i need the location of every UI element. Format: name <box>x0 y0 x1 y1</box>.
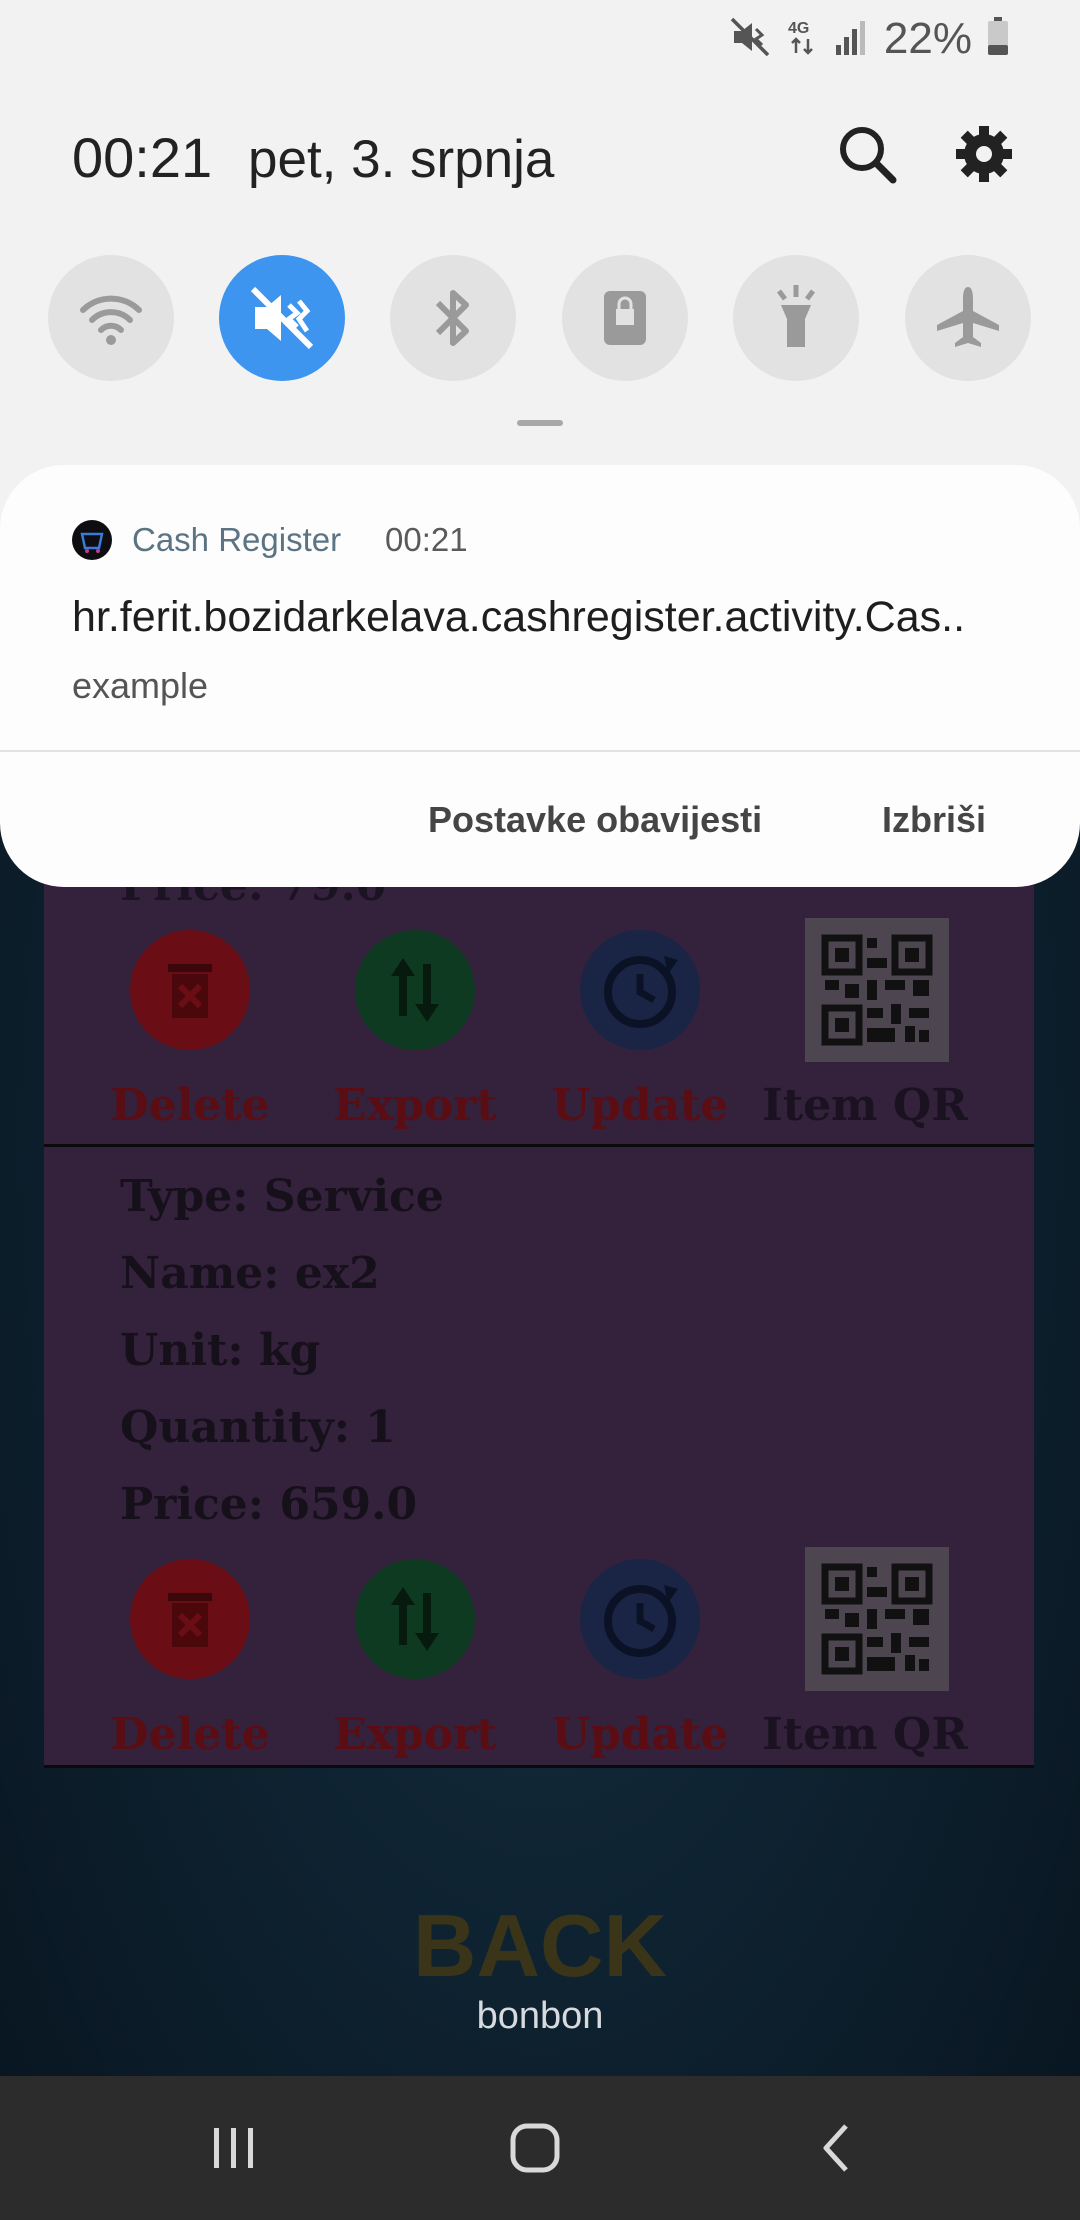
clear-notification-button[interactable]: Izbriši <box>882 799 986 841</box>
recent-apps-icon <box>214 2128 253 2168</box>
notification-divider <box>0 750 1080 752</box>
item-card: Type: Service Name: ex2 Unit: kg Quantit… <box>44 1147 1034 1768</box>
lock-icon <box>604 291 646 345</box>
notification-title: hr.ferit.bozidarkelava.cashregister.acti… <box>72 593 966 641</box>
qr-code-icon <box>805 1547 949 1691</box>
item-price: Price: 659.0 <box>120 1479 418 1530</box>
delete-label: Delete <box>110 1709 270 1760</box>
battery-icon <box>986 15 1010 64</box>
notification-settings-button[interactable]: Postavke obavijesti <box>428 799 762 841</box>
panel-date: pet, 3. srpnja <box>248 130 555 189</box>
qr-code-icon <box>805 918 949 1062</box>
delete-icon <box>130 930 250 1050</box>
home-icon <box>510 2123 560 2173</box>
cash-register-app-icon <box>72 520 112 560</box>
update-icon <box>580 930 700 1050</box>
bluetooth-toggle[interactable] <box>390 255 516 381</box>
update-label: Update <box>551 1709 729 1760</box>
search-icon <box>840 127 897 184</box>
back-button[interactable]: BACK <box>0 1895 1080 1997</box>
rotation-lock-toggle[interactable] <box>562 255 688 381</box>
notification-app-name: Cash Register <box>132 521 342 558</box>
wifi-icon <box>80 295 142 345</box>
delete-label: Delete <box>110 1080 270 1131</box>
item-qr-label: Item QR <box>762 1709 968 1760</box>
mute-icon <box>250 286 314 350</box>
home-button[interactable] <box>499 2112 571 2184</box>
panel-clock: 00:21 <box>72 126 213 189</box>
signal-icon <box>834 15 870 64</box>
item-unit: Unit: kg <box>120 1325 321 1376</box>
4g-icon: 4G <box>786 15 820 64</box>
delete-icon <box>130 1559 250 1679</box>
flashlight-icon <box>777 285 815 347</box>
item-type: Type: Service <box>120 1171 444 1222</box>
export-icon <box>355 1559 475 1679</box>
flashlight-toggle[interactable] <box>733 255 859 381</box>
nav-back-button[interactable] <box>802 2112 874 2184</box>
update-icon <box>580 1559 700 1679</box>
back-subtitle: bonbon <box>476 1995 604 2037</box>
notification-card[interactable]: Cash Register 00:21 hr.ferit.bozidarkela… <box>0 465 1080 887</box>
airplane-mode-toggle[interactable] <box>905 255 1031 381</box>
panel-drag-handle[interactable] <box>517 420 563 426</box>
status-bar: 4G 22% <box>728 14 1010 64</box>
update-label: Update <box>551 1080 729 1131</box>
settings-button[interactable] <box>952 122 1016 186</box>
back-icon <box>823 2124 848 2172</box>
svg-text:4G: 4G <box>788 20 809 37</box>
mute-icon <box>728 15 772 64</box>
battery-percentage: 22% <box>883 14 972 63</box>
notification-text: example <box>72 665 209 706</box>
gear-icon <box>956 126 1012 182</box>
search-button[interactable] <box>835 122 899 186</box>
recent-apps-button[interactable] <box>198 2112 270 2184</box>
item-qr-label: Item QR <box>762 1080 968 1131</box>
screen: Price: 79.0 Delete <box>0 0 1080 2220</box>
sound-mute-toggle[interactable] <box>219 255 345 381</box>
bluetooth-icon <box>435 290 469 346</box>
airplane-icon <box>937 287 999 347</box>
wifi-toggle[interactable] <box>48 255 174 381</box>
export-label: Export <box>333 1709 497 1760</box>
navigation-bar <box>0 2076 1080 2220</box>
export-icon <box>355 930 475 1050</box>
export-label: Export <box>333 1080 497 1131</box>
item-quantity: Quantity: 1 <box>120 1402 396 1453</box>
notification-time: 00:21 <box>385 521 468 558</box>
item-name: Name: ex2 <box>120 1248 380 1299</box>
